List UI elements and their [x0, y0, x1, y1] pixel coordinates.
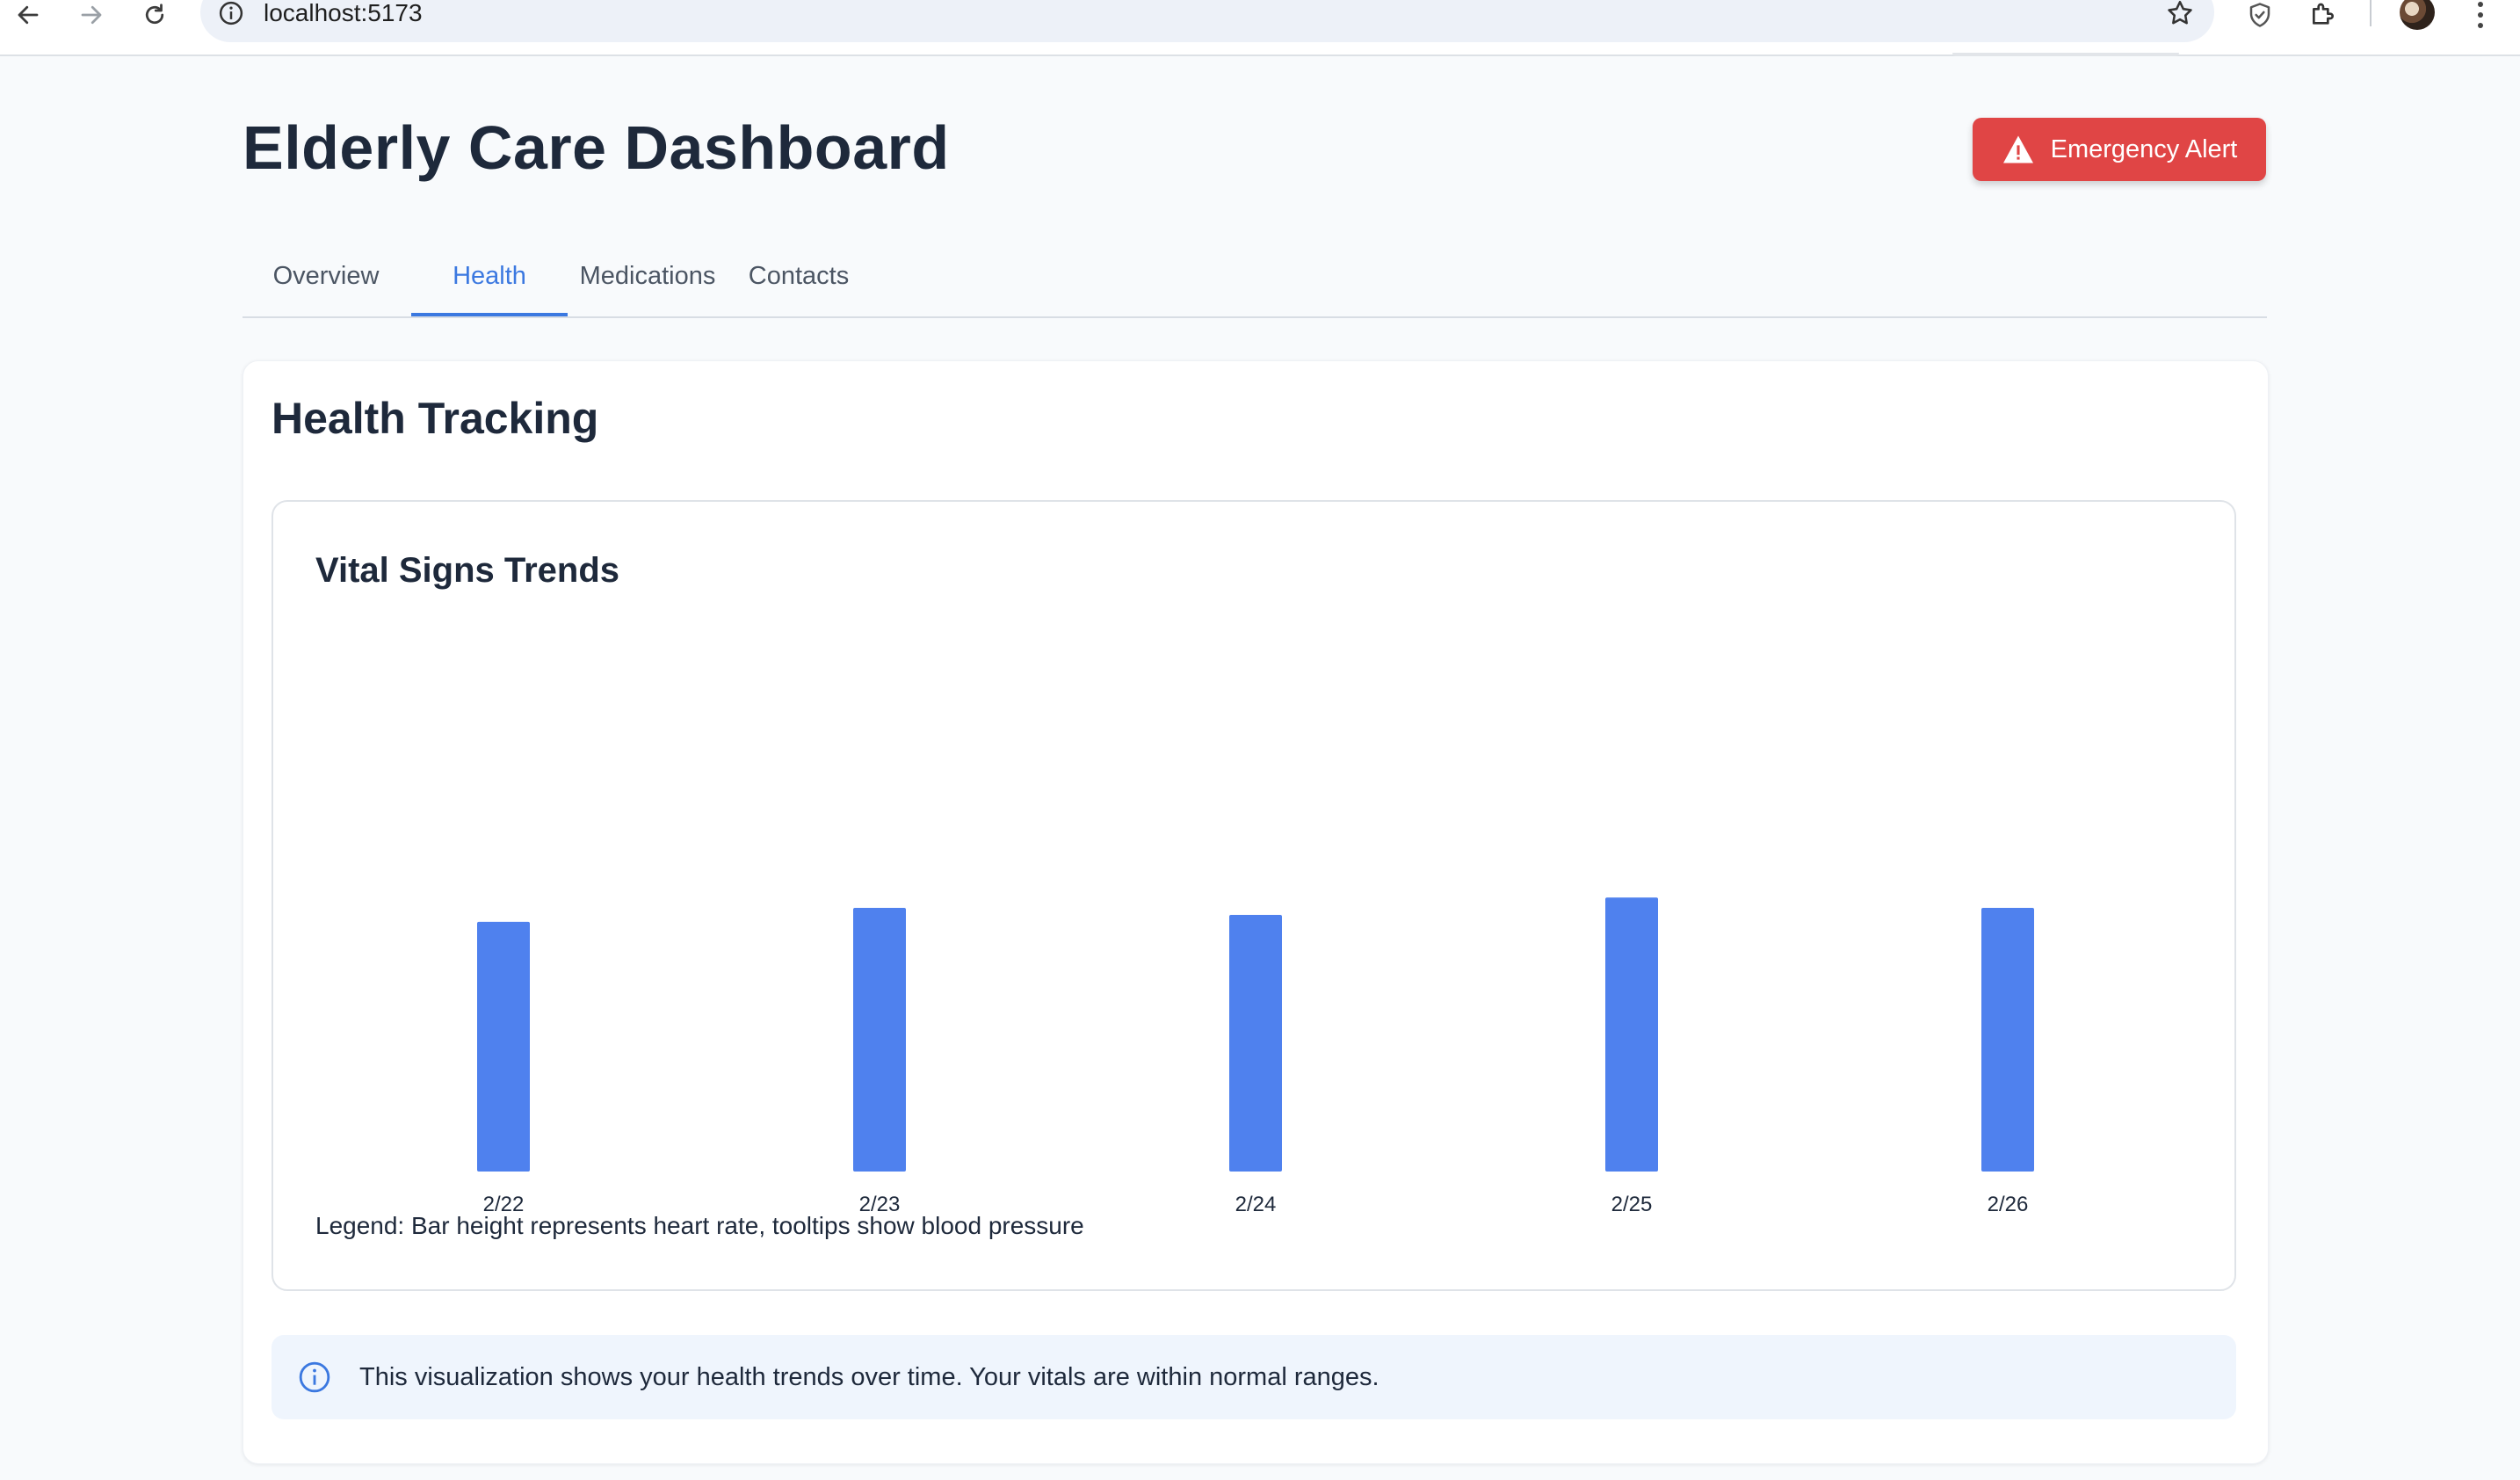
- vital-signs-chart-card: Vital Signs Trends 2/22 2/23 2/24 2/25 2/26 …: [272, 500, 2236, 1291]
- address-bar[interactable]: localhost:5173: [200, 0, 2214, 42]
- x-tick-label: 2/25: [1611, 1193, 1653, 1216]
- forward-icon[interactable]: [72, 0, 111, 30]
- star-icon[interactable]: [2165, 0, 2195, 28]
- profile-avatar[interactable]: [2400, 0, 2435, 30]
- shield-icon[interactable]: [2242, 0, 2277, 30]
- page-title: Elderly Care Dashboard: [243, 113, 950, 182]
- tab-contacts[interactable]: Contacts: [726, 237, 872, 315]
- x-tick-label: 2/26: [1988, 1193, 2029, 1216]
- x-tick-label: 2/24: [1235, 1193, 1277, 1216]
- address-url[interactable]: localhost:5173: [264, 0, 423, 27]
- chart-bar[interactable]: [477, 921, 530, 1172]
- tab-health[interactable]: Health: [411, 237, 568, 316]
- info-icon[interactable]: [218, 0, 244, 26]
- health-tracking-card: Health Tracking Vital Signs Trends 2/22 2…: [243, 360, 2269, 1464]
- chart-legend: Legend: Bar height represents heart rate…: [315, 1212, 1084, 1239]
- chart-bar[interactable]: [853, 908, 906, 1172]
- info-text: This visualization shows your health tre…: [359, 1363, 1379, 1391]
- back-icon[interactable]: [9, 0, 47, 30]
- tab-medications[interactable]: Medications: [569, 237, 726, 315]
- tab-bar: Overview Health Medications Contacts: [243, 237, 2267, 318]
- emergency-alert-button[interactable]: Emergency Alert: [1973, 118, 2266, 181]
- overlay-edge: [1952, 53, 2179, 56]
- tab-overview[interactable]: Overview: [243, 237, 409, 315]
- toolbar-divider: [2370, 0, 2372, 26]
- info-circle-icon: [299, 1361, 330, 1393]
- chart-bar[interactable]: [1605, 897, 1658, 1172]
- extensions-icon[interactable]: [2306, 0, 2341, 30]
- chart-bar[interactable]: [1981, 908, 2034, 1172]
- reload-icon[interactable]: [135, 0, 174, 30]
- chart-bar[interactable]: [1229, 914, 1282, 1172]
- vital-signs-chart: 2/22 2/23 2/24 2/25 2/26: [477, 897, 2034, 1216]
- browser-toolbar: localhost:5173: [0, 0, 2520, 56]
- menu-icon[interactable]: [2467, 0, 2494, 30]
- warning-icon: [2002, 135, 2033, 163]
- info-banner: This visualization shows your health tre…: [272, 1335, 2236, 1419]
- emergency-alert-label: Emergency Alert: [2050, 134, 2238, 163]
- chart-title: Vital Signs Trends: [315, 551, 620, 590]
- section-title: Health Tracking: [272, 394, 599, 443]
